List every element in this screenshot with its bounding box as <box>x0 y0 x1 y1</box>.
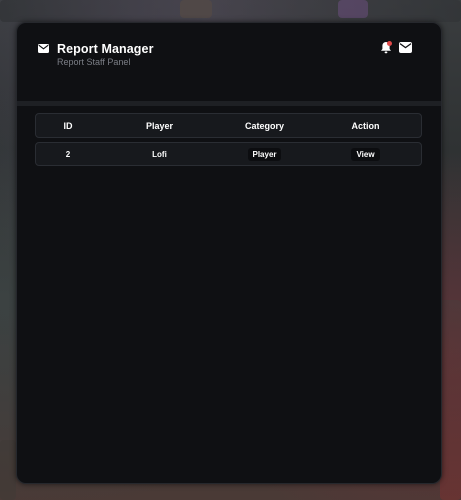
header-divider <box>17 101 441 106</box>
view-report-button[interactable]: View <box>351 147 380 161</box>
column-header-category: Category <box>244 120 284 131</box>
envelope-icon <box>38 44 49 53</box>
table-header: ID Player Category Action <box>35 113 422 138</box>
background-scene <box>0 0 461 22</box>
background-wall <box>0 440 16 500</box>
report-action-cell: View <box>310 147 421 161</box>
report-category: Player <box>248 147 281 161</box>
background-street <box>440 300 461 500</box>
notification-dot <box>387 41 392 46</box>
background-light <box>338 0 368 18</box>
inbox-icon[interactable] <box>399 42 412 53</box>
report-category-cell: Player <box>219 147 310 161</box>
page-subtitle: Report Staff Panel <box>57 57 131 67</box>
report-player: Lofi <box>152 149 167 159</box>
page-title: Report Manager <box>57 42 154 56</box>
column-header-id: ID <box>63 120 73 131</box>
panel-header: Report Manager Report Staff Panel <box>17 23 441 101</box>
report-id: 2 <box>65 149 71 159</box>
background-lamp <box>180 0 212 18</box>
column-header-player: Player <box>145 120 174 131</box>
table-row[interactable]: 2 Lofi Player View <box>35 142 422 166</box>
report-manager-panel: Report Manager Report Staff Panel ID Pla… <box>16 22 442 484</box>
column-header-action: Action <box>351 120 380 131</box>
